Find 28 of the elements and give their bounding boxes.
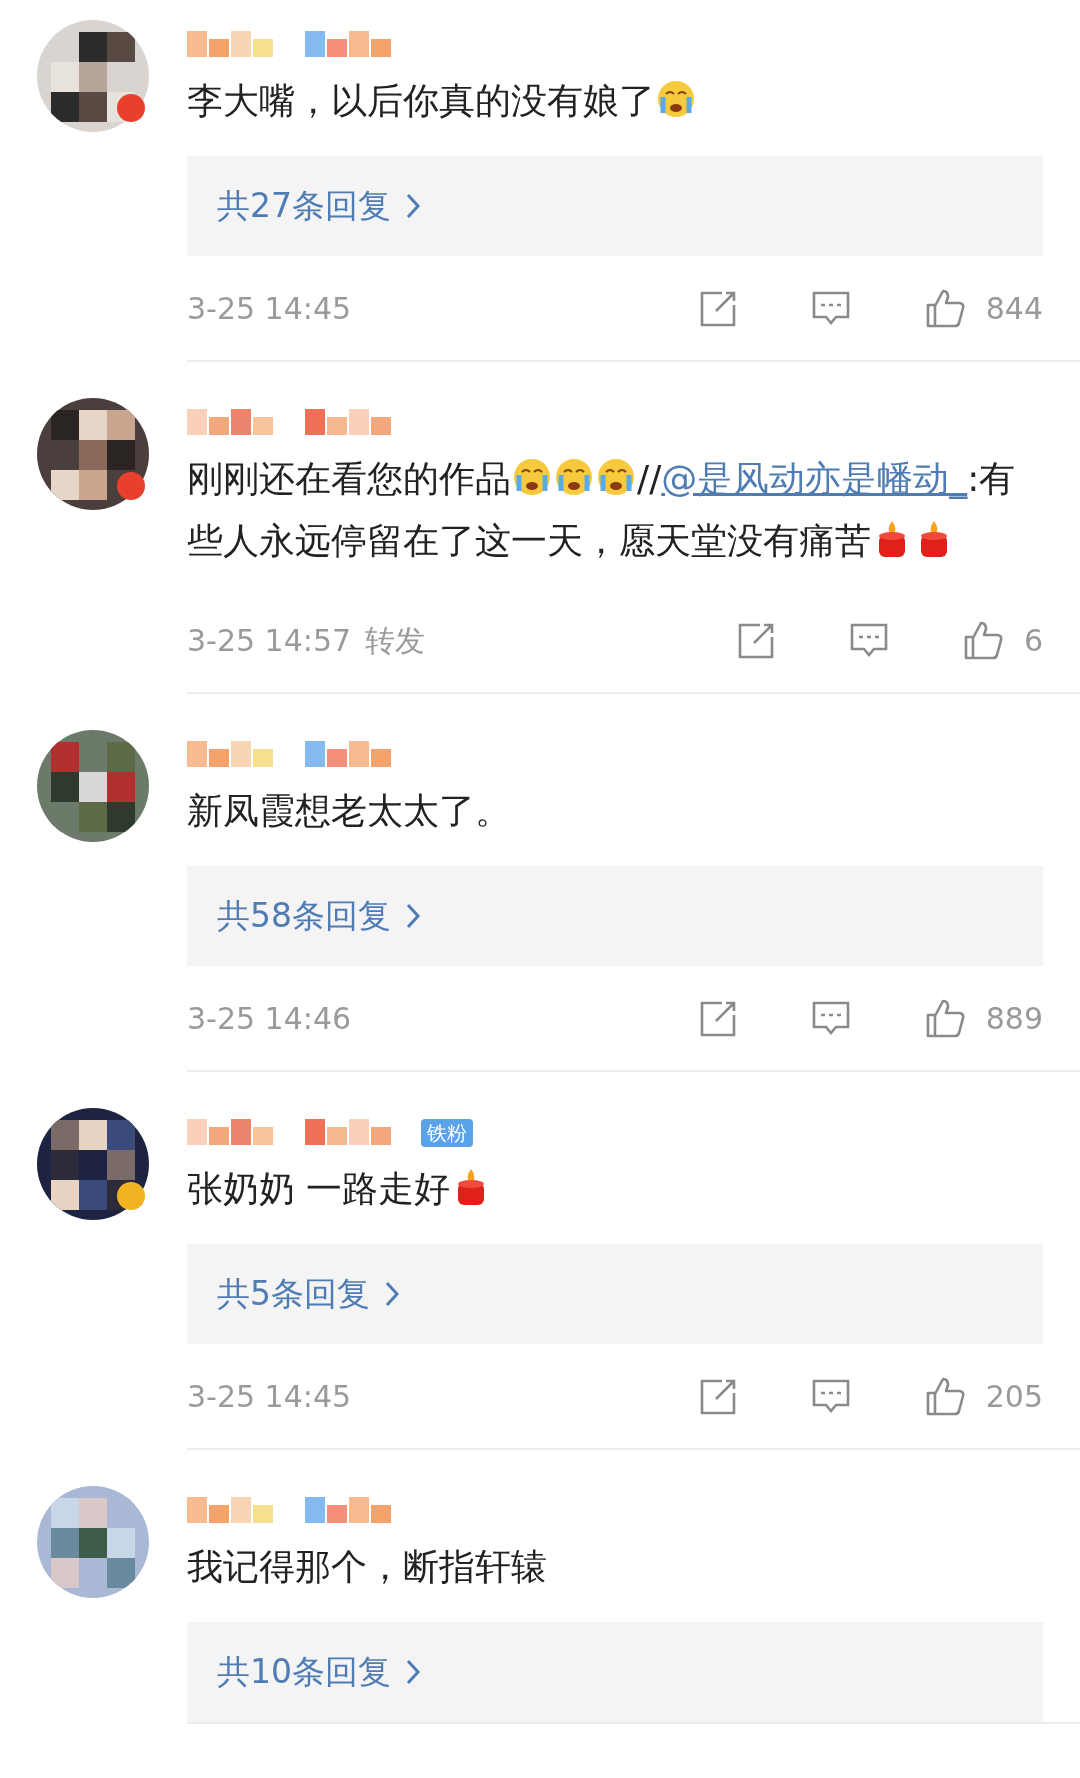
chevron-right-icon xyxy=(405,192,421,220)
comment-text: 刚刚还在看您的作品 //@是风动亦是幡动_:有些人永远停留在了这一天，愿天堂没有痛苦 xyxy=(187,456,1017,563)
chevron-right-icon xyxy=(405,902,421,930)
comment-text: 张奶奶 一路走好 xyxy=(187,1158,1043,1220)
chevron-right-icon xyxy=(405,1658,421,1686)
replies-button[interactable]: 共5条回复 xyxy=(187,1244,1043,1344)
mention-link[interactable]: @是风动亦是幡动_ xyxy=(661,458,968,499)
like-count: 889 xyxy=(985,999,1043,1038)
chevron-right-icon xyxy=(384,1280,400,1308)
replies-button[interactable]: 共27条回复 xyxy=(187,156,1043,256)
like-count: 205 xyxy=(985,1377,1043,1416)
repost-label: 转发 xyxy=(365,621,426,660)
like-count: 844 xyxy=(985,289,1043,328)
comment-text: 李大嘴，以后你真的没有娘了 xyxy=(187,70,1043,132)
comment-time: 3-25 14:45 xyxy=(187,289,352,328)
replies-button[interactable]: 共10条回复 xyxy=(187,1622,1043,1722)
crying-emoji-icon xyxy=(656,79,696,119)
crying-emoji-icon xyxy=(596,457,636,497)
comment-time: 3-25 14:57 xyxy=(187,621,352,660)
crying-emoji-icon xyxy=(554,457,594,497)
comment-text: 我记得那个，断指轩辕 xyxy=(187,1545,548,1589)
comment-time: 3-25 14:46 xyxy=(187,999,352,1038)
replies-button[interactable]: 共58条回复 xyxy=(187,866,1043,966)
comment-text: 新凤霞想老太太了。 xyxy=(187,789,512,833)
fan-badge: 铁粉 xyxy=(421,1119,473,1147)
crying-emoji-icon xyxy=(512,457,552,497)
like-count: 6 xyxy=(1023,621,1043,660)
comment-time: 3-25 14:45 xyxy=(187,1377,352,1416)
